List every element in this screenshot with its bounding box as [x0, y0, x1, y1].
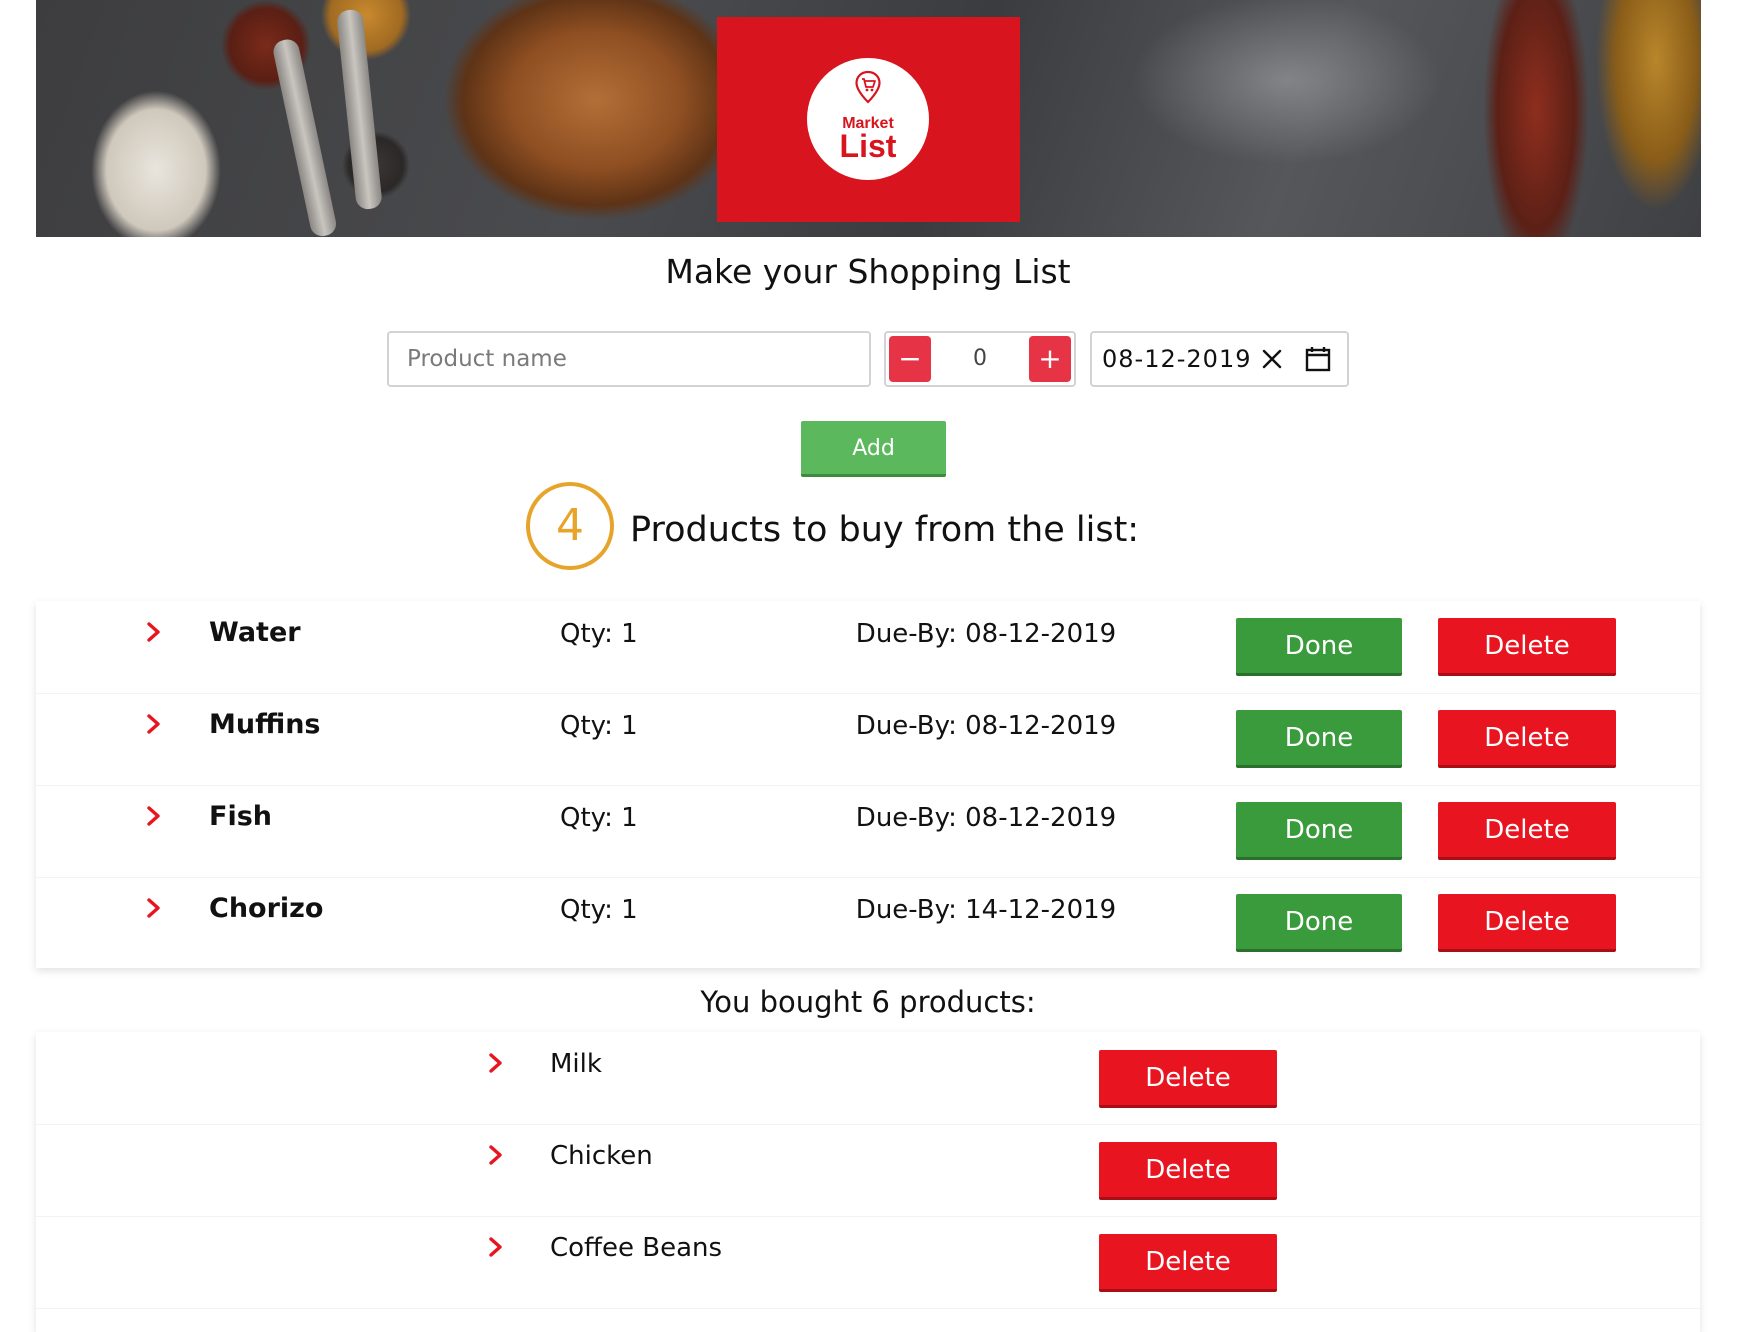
chevron-right-icon[interactable] — [488, 1052, 504, 1074]
item-quantity: Qty: 1 — [560, 803, 638, 833]
delete-button[interactable]: Delete — [1438, 710, 1616, 768]
chevron-right-icon[interactable] — [146, 805, 162, 827]
delete-button[interactable]: Delete — [1438, 618, 1616, 676]
quantity-stepper: − 0 + — [884, 331, 1076, 387]
list-item: Chicken Delete — [36, 1124, 1700, 1217]
chevron-right-icon[interactable] — [488, 1144, 504, 1166]
list-item: Coffee Beans Delete — [36, 1216, 1700, 1309]
list-item: Fish Qty: 1 Due-By: 08-12-2019 Done Dele… — [36, 785, 1700, 878]
pending-products-list: Water Qty: 1 Due-By: 08-12-2019 Done Del… — [36, 601, 1700, 968]
due-date-value[interactable]: 08-12-2019 — [1102, 333, 1251, 385]
bought-products-list: Milk Delete Chicken Delete Coffee Beans … — [36, 1032, 1700, 1332]
app-logo: Market List — [717, 17, 1020, 222]
delete-button[interactable]: Delete — [1438, 802, 1616, 860]
chevron-right-icon[interactable] — [146, 897, 162, 919]
item-name: Chicken — [550, 1141, 653, 1171]
chevron-right-icon[interactable] — [146, 713, 162, 735]
item-due-date: Due-By: 08-12-2019 — [855, 711, 1117, 741]
done-button[interactable]: Done — [1236, 894, 1402, 952]
decrement-button[interactable]: − — [889, 336, 931, 382]
item-quantity: Qty: 1 — [560, 895, 638, 925]
cart-pin-icon — [855, 70, 881, 104]
logo-text-list: List — [839, 128, 897, 164]
product-name-input[interactable] — [387, 331, 871, 387]
pending-count-badge: 4 — [526, 482, 614, 570]
item-quantity: Qty: 1 — [560, 619, 638, 649]
list-item: Water Qty: 1 Due-By: 08-12-2019 Done Del… — [36, 601, 1700, 694]
close-icon[interactable] — [1260, 347, 1284, 371]
item-name: Milk — [550, 1049, 602, 1079]
list-item: Muffins Qty: 1 Due-By: 08-12-2019 Done D… — [36, 693, 1700, 786]
add-button[interactable]: Add — [801, 421, 946, 477]
delete-button[interactable]: Delete — [1099, 1050, 1277, 1108]
calendar-icon[interactable] — [1304, 345, 1332, 373]
delete-button[interactable]: Delete — [1438, 894, 1616, 952]
banner-decoration-spoon — [271, 37, 339, 237]
due-date-picker[interactable]: 08-12-2019 — [1090, 331, 1349, 387]
done-button[interactable]: Done — [1236, 802, 1402, 860]
item-quantity: Qty: 1 — [560, 711, 638, 741]
logo-badge: Market List — [807, 58, 929, 180]
banner-decoration-spoon — [336, 8, 383, 211]
list-item: Milk Delete — [36, 1032, 1700, 1125]
item-name: Muffins — [209, 709, 321, 740]
delete-button[interactable]: Delete — [1099, 1142, 1277, 1200]
list-item: Chorizo Qty: 1 Due-By: 14-12-2019 Done D… — [36, 877, 1700, 969]
bought-list-title: You bought 6 products: — [700, 985, 1036, 1019]
item-due-date: Due-By: 14-12-2019 — [855, 895, 1117, 925]
item-name: Coffee Beans — [550, 1233, 723, 1263]
item-name: Fish — [209, 801, 272, 832]
increment-button[interactable]: + — [1029, 336, 1071, 382]
done-button[interactable]: Done — [1236, 710, 1402, 768]
header-banner: Market List — [36, 0, 1701, 237]
item-name: Water — [209, 617, 301, 648]
chevron-right-icon[interactable] — [146, 621, 162, 643]
item-due-date: Due-By: 08-12-2019 — [855, 619, 1117, 649]
pending-list-title: Products to buy from the list: — [630, 510, 1140, 550]
done-button[interactable]: Done — [1236, 618, 1402, 676]
item-name: Chorizo — [209, 893, 324, 924]
page-title: Make your Shopping List — [665, 252, 1071, 291]
item-due-date: Due-By: 08-12-2019 — [855, 803, 1117, 833]
delete-button[interactable]: Delete — [1099, 1234, 1277, 1292]
chevron-right-icon[interactable] — [488, 1236, 504, 1258]
quantity-value[interactable]: 0 — [934, 333, 1026, 385]
